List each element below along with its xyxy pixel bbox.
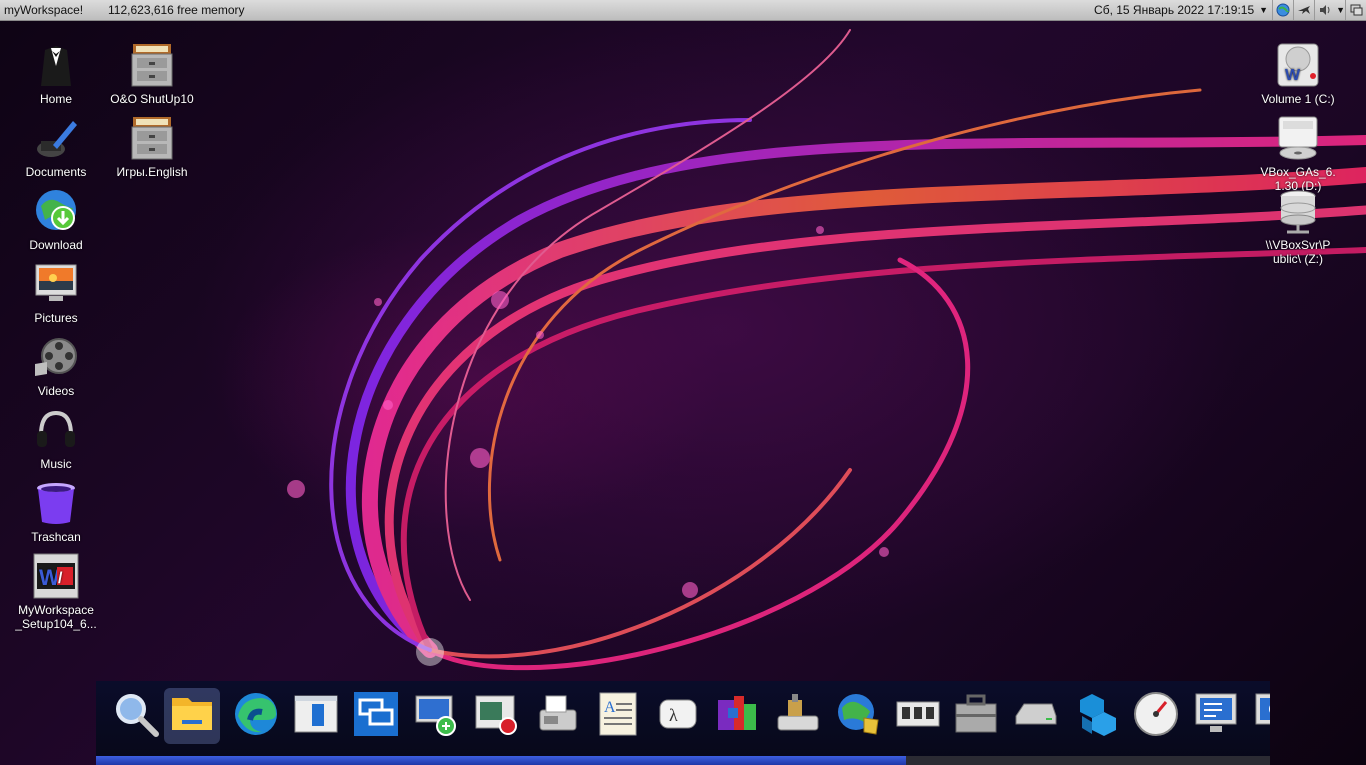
file-cabinet-icon — [129, 115, 175, 161]
svg-text:A: A — [604, 699, 616, 716]
desktop-icon-myworkspace[interactable]: W / MyWorkspace _Setup104_6... — [8, 553, 104, 631]
edge-browser-icon — [232, 690, 280, 743]
desktop-icon-documents[interactable]: Documents — [8, 115, 104, 179]
dock-task-monitor-button[interactable] — [1192, 692, 1240, 740]
headphones-icon — [33, 407, 79, 453]
desktop-icon-label: Trashcan — [31, 530, 81, 544]
trash-icon — [33, 480, 79, 526]
svg-text:W: W — [1285, 67, 1301, 84]
screen-partial-icon — [1252, 690, 1270, 743]
monitor-connect-icon — [412, 690, 460, 743]
window-app-icon — [292, 690, 340, 743]
pen-ink-icon — [33, 115, 79, 161]
desktop-icon-videos[interactable]: Videos — [8, 334, 104, 398]
desktop-icon-label: O&O ShutUp10 — [110, 92, 194, 106]
dock-monitor-connect-button[interactable] — [412, 692, 460, 740]
gauge-icon — [1132, 690, 1180, 743]
lambda-calculator-icon: λ — [654, 690, 702, 743]
dock-remote-desktop-button[interactable] — [352, 690, 400, 743]
file-explorer-icon — [168, 690, 216, 743]
clock[interactable]: Сб, 15 Январь 2022 17:19:15 — [1094, 3, 1258, 17]
wallpaper — [0, 0, 1366, 765]
desktop-icon-vbox-gas-6-[interactable]: VBox_GAs_6. 1.30 (D:) — [1250, 115, 1346, 193]
task-monitor-icon — [1192, 690, 1240, 743]
tuxedo-icon — [33, 42, 79, 88]
memory-chip-icon — [894, 690, 942, 743]
dock-toolbox-button[interactable] — [952, 692, 1000, 740]
file-cabinet-icon — [129, 42, 175, 88]
app-menu[interactable]: myWorkspace! — [0, 3, 102, 17]
desktop-icon-volume-1-c-[interactable]: W Volume 1 (C:) — [1250, 42, 1346, 106]
desktop-icon-игры-english[interactable]: Игры.English — [104, 115, 200, 179]
desktop-icon-label: Download — [29, 238, 83, 252]
svg-text:/: / — [58, 570, 63, 587]
windows-toggle-icon[interactable] — [1345, 0, 1366, 20]
dock-text-document-button[interactable]: A — [594, 692, 642, 740]
desktop-icon-label: Documents — [25, 165, 87, 179]
desktop-icon-label: Home — [39, 92, 72, 106]
dock-screen-recorder-button[interactable] — [472, 692, 520, 740]
dock-window-app-button[interactable] — [292, 692, 340, 740]
desktop-icon-label: \\VBoxSvr\P ublic\ (Z:) — [1265, 238, 1331, 266]
dock-network-globe-button[interactable] — [834, 692, 882, 740]
dock-usb-drive-button[interactable] — [774, 692, 822, 740]
dock-lambda-calculator-button[interactable]: λ — [654, 692, 702, 740]
desktop-icon-pictures[interactable]: Pictures — [8, 261, 104, 325]
cd-drive-icon — [1275, 115, 1321, 161]
network-globe-icon — [834, 690, 882, 743]
dock-disk-drive-button[interactable] — [1012, 692, 1060, 740]
remote-desktop-icon — [352, 690, 400, 743]
screen-recorder-icon — [472, 690, 520, 743]
fax-printer-icon — [534, 690, 582, 743]
film-reel-icon — [33, 334, 79, 380]
desktop-icon-trashcan[interactable]: Trashcan — [8, 480, 104, 544]
dock-file-explorer-button[interactable] — [164, 688, 220, 744]
monitor-picture-icon — [33, 261, 79, 307]
volume-icon[interactable] — [1314, 0, 1335, 20]
desktop-icon-home[interactable]: Home — [8, 42, 104, 106]
control-panel-icon — [714, 690, 762, 743]
dock-magnifier-button[interactable] — [112, 692, 160, 740]
desktop-icon-label: Videos — [37, 384, 75, 398]
globe-icon[interactable] — [1272, 0, 1293, 20]
desktop-icon-o-o-shutup10[interactable]: O&O ShutUp10 — [104, 42, 200, 106]
desktop-icon-label: Volume 1 (C:) — [1261, 92, 1335, 106]
dock-progress-track — [906, 756, 1270, 765]
desktop-icon-label: Music — [40, 457, 72, 471]
dock-fax-printer-button[interactable] — [534, 692, 582, 740]
volume-dropdown-icon[interactable]: ▼ — [1336, 5, 1345, 15]
desktop-icon-music[interactable]: Music — [8, 407, 104, 471]
desktop-icon-label: Игры.English — [116, 165, 188, 179]
toolbox-icon — [952, 690, 1000, 743]
myworkspace-logo-icon: W / — [33, 553, 79, 599]
dock-control-panel-button[interactable] — [714, 692, 762, 740]
dock-gauge-button[interactable] — [1132, 690, 1180, 743]
dock-progress-bar — [96, 756, 906, 765]
dock-screen-partial-button[interactable] — [1252, 692, 1300, 740]
desktop-icon--vboxsvr-p[interactable]: \\VBoxSvr\P ublic\ (Z:) — [1250, 188, 1346, 266]
hard-drive-icon: W — [1275, 42, 1321, 88]
usb-drive-icon — [774, 690, 822, 743]
network-drive-icon — [1275, 188, 1321, 234]
svg-text:W: W — [39, 565, 60, 590]
disk-drive-icon — [1012, 690, 1060, 743]
magnifier-icon — [112, 690, 160, 743]
clock-dropdown-icon[interactable]: ▼ — [1259, 5, 1268, 15]
desktop-icon-label: Pictures — [34, 311, 78, 325]
text-document-icon: A — [594, 690, 642, 743]
cubes-icon — [1074, 690, 1122, 743]
desktop-icon-label: MyWorkspace _Setup104_6... — [15, 603, 97, 631]
dock-memory-chip-button[interactable] — [894, 692, 942, 740]
svg-text:λ: λ — [669, 705, 678, 725]
airplane-mode-icon[interactable] — [1293, 0, 1314, 20]
top-menubar: myWorkspace! 112,623,616 free memory Сб,… — [0, 0, 1366, 21]
desktop-icon-download[interactable]: Download — [8, 188, 104, 252]
globe-download-icon — [33, 188, 79, 234]
dock-cubes-button[interactable] — [1074, 692, 1122, 740]
dock-edge-browser-button[interactable] — [232, 692, 280, 740]
memory-status: 112,623,616 free memory — [108, 3, 245, 17]
